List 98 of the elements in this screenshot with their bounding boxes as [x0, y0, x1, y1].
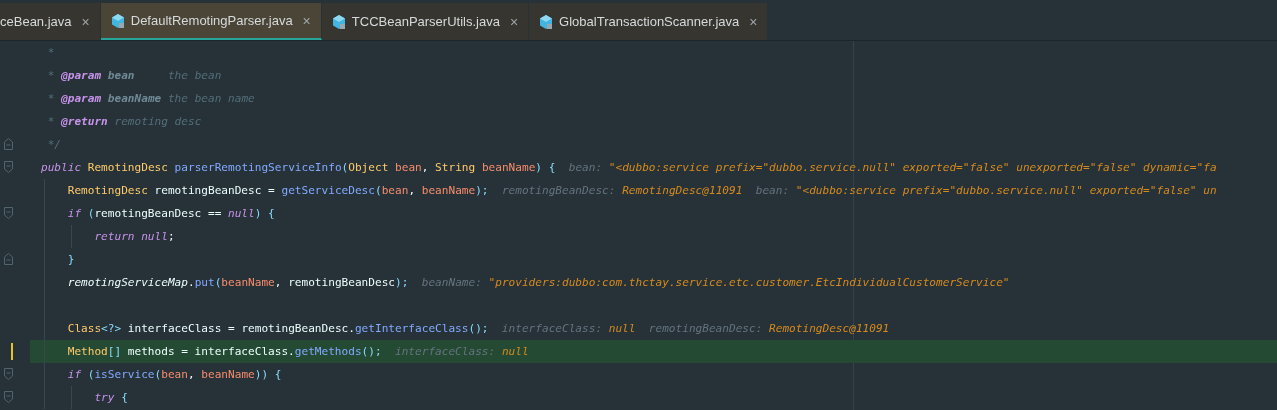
code-keyword: return null [94, 230, 168, 243]
parameter-name: bean [395, 161, 422, 174]
code-punctuation: (); [468, 322, 489, 335]
code-keyword: if [67, 207, 82, 220]
code-punctuation: <?> [101, 322, 122, 335]
code-punctuation: ( [86, 207, 95, 220]
inline-hint-value: "providers:dubbo:com.thctay.service.etc.customer.EtcIndividualCustomerService" [488, 276, 1010, 289]
code-keyword: if [67, 368, 82, 381]
doc-param: beanName [107, 92, 162, 105]
code-comment: the bean name [166, 92, 255, 105]
code-text: interfaceClass = remotingBeanDesc. [126, 322, 355, 335]
close-icon[interactable]: × [81, 13, 90, 30]
code-text: , remotingBeanDesc [274, 276, 396, 289]
code-comment: * [46, 69, 56, 82]
type-name: Method [67, 345, 108, 358]
code-punctuation: ( [341, 161, 349, 174]
java-class-icon [331, 13, 346, 30]
code-punctuation: ( [374, 184, 382, 197]
code-keyword: try [94, 391, 115, 404]
method-name: parserRemotingServiceInfo [174, 161, 342, 174]
code-comment: * [46, 92, 56, 105]
code-text: methods = interfaceClass. [126, 345, 295, 358]
inline-hint-value: RemotingDesc@11091 [622, 184, 743, 197]
code-comment: * [46, 115, 56, 128]
file-tab[interactable]: TCCBeanParserUtils.java × [321, 3, 530, 40]
code-text: , [421, 161, 430, 174]
code-punctuation: [] [107, 345, 122, 358]
method-name: isService [94, 368, 155, 381]
type-name: String [435, 161, 477, 174]
doc-param: bean [107, 69, 135, 82]
type-name: Class [67, 322, 102, 335]
method-name: getInterfaceClass [354, 322, 469, 335]
close-icon[interactable]: × [749, 13, 758, 30]
inline-hint-value: "<dubbo:service prefix="dubbo.service.null" exported="false" unexported="false" dynamic="fa [608, 161, 1217, 174]
fold-marker-icon[interactable] [4, 161, 13, 173]
inline-hint-label: bean: [567, 161, 604, 174]
parameter-name: bean [161, 368, 188, 381]
fold-marker-icon[interactable] [4, 253, 13, 265]
method-name: put [194, 276, 215, 289]
java-class-icon [539, 13, 554, 30]
inline-hint-label: interfaceClass: [500, 322, 604, 335]
fold-marker-icon[interactable] [4, 391, 13, 403]
inline-hint-label: remotingBeanDesc: [500, 184, 617, 197]
code-punctuation: ( [214, 276, 222, 289]
inline-hint-label: remotingBeanDesc: [647, 322, 764, 335]
fold-marker-icon[interactable] [4, 138, 13, 150]
code-text: remotingBeanDesc == [94, 207, 223, 220]
inline-hint-value: null [501, 345, 529, 358]
file-tab[interactable]: GlobalTransactionScanner.java × [529, 3, 769, 40]
doc-tag: @param [61, 69, 108, 82]
inline-hint-label: bean: [754, 184, 791, 197]
code-punctuation: )) { [254, 368, 282, 381]
fold-marker-icon[interactable] [4, 368, 13, 380]
code-text: . [187, 276, 195, 289]
code-keyword: null [228, 207, 255, 220]
method-name: getServiceDesc [281, 184, 375, 197]
code-comment: the bean [166, 69, 222, 82]
parameter-name: bean [381, 184, 409, 197]
type-name: Object [348, 161, 390, 174]
parameter-name: beanName [481, 161, 536, 174]
code-punctuation: } [67, 253, 75, 266]
field-name: remotingServiceMap [67, 276, 188, 289]
code-keyword: public [41, 161, 83, 174]
parameter-name: beanName [201, 368, 255, 381]
code-punctuation: ) { [254, 207, 275, 220]
code-punctuation: (); [361, 345, 382, 358]
code-comment: */ [46, 138, 62, 151]
fold-marker-icon[interactable] [4, 207, 13, 219]
inline-hint-label: interfaceClass: [394, 345, 497, 358]
code-punctuation: { [120, 391, 128, 404]
file-tab[interactable]: ceBean.java × [0, 3, 101, 40]
close-icon[interactable]: × [302, 12, 311, 29]
type-name: RemotingDesc [87, 161, 169, 174]
inline-hint-value: "<dubbo:service prefix="dubbo.service.null" exported="false" un [795, 184, 1217, 197]
code-comment: * [46, 46, 55, 59]
current-line-marker [11, 343, 13, 360]
method-name: getMethods [294, 345, 362, 358]
java-class-icon [110, 12, 125, 29]
code-punctuation: ( [154, 368, 162, 381]
code-text: ; [167, 230, 175, 243]
inline-hint-value: null [608, 322, 636, 335]
inline-hint-value: RemotingDesc@11091 [769, 322, 890, 335]
code-text: , [187, 368, 196, 381]
parameter-name: beanName [421, 184, 476, 197]
type-name: RemotingDesc [67, 184, 148, 197]
code-punctuation: ); [475, 184, 489, 197]
doc-tag: @param [61, 92, 108, 105]
parameter-name: beanName [221, 276, 275, 289]
code-punctuation: ); [395, 276, 409, 289]
doc-tag: @return [61, 115, 108, 128]
close-icon[interactable]: × [509, 13, 519, 30]
code-punctuation: ) { [535, 161, 556, 174]
code-text: remotingBeanDesc = [153, 184, 276, 197]
file-tab[interactable]: DefaultRemotingParser.java × [100, 3, 322, 40]
code-punctuation: ( [86, 368, 95, 381]
code-comment: remoting desc [113, 115, 202, 128]
code-text: , [408, 184, 417, 197]
inline-hint-label: beanName: [420, 276, 483, 289]
